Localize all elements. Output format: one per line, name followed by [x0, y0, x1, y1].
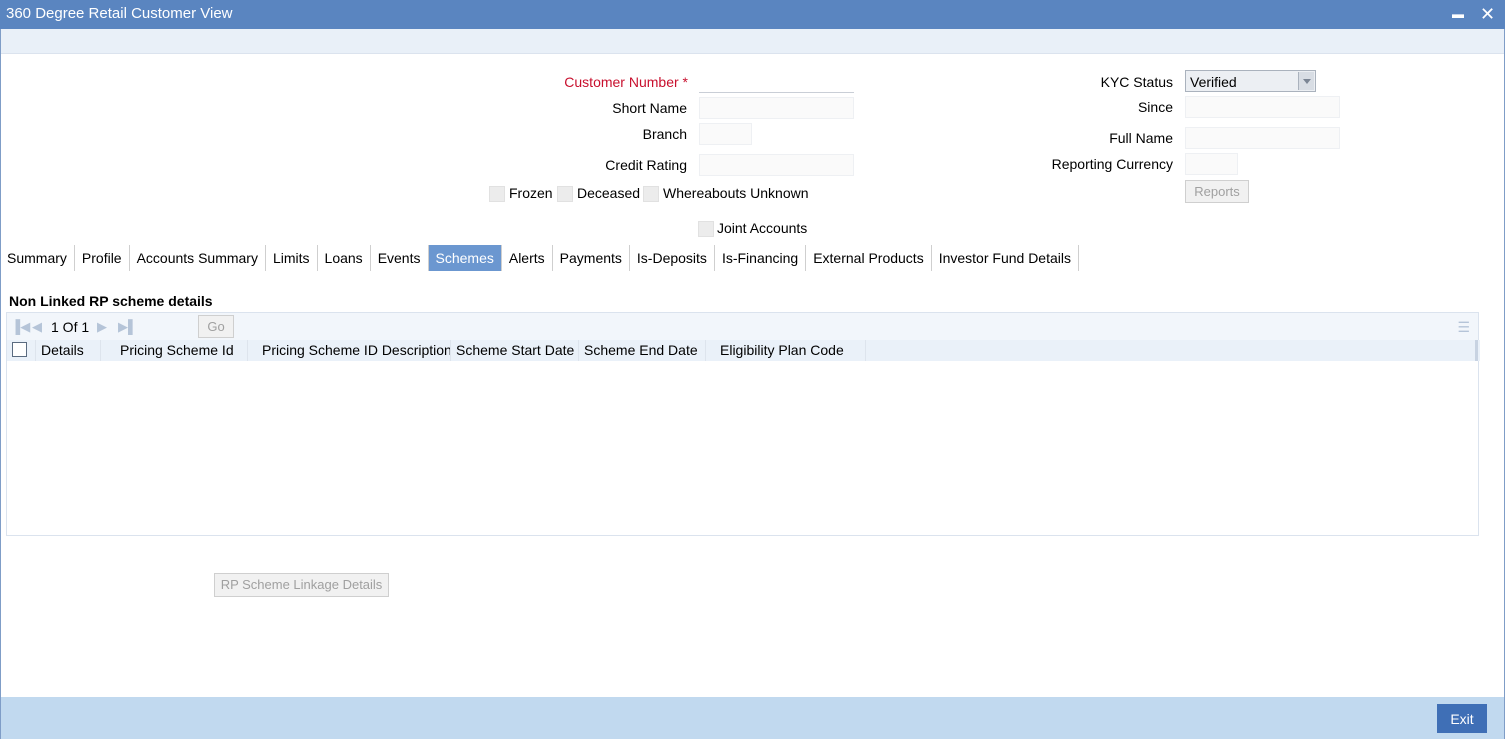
schemes-grid: ▐◀ ◀ 1 Of 1 ▶ ▶▌ Go ☰ Details Pricing Sc…	[6, 312, 1480, 536]
tab-loans[interactable]: Loans	[318, 245, 371, 271]
column-divider	[705, 340, 706, 361]
tab-payments[interactable]: Payments	[553, 245, 630, 271]
column-divider	[247, 340, 248, 361]
whereabouts-unknown-label: Whereabouts Unknown	[663, 185, 809, 201]
go-button[interactable]: Go	[198, 315, 234, 338]
tab-events[interactable]: Events	[371, 245, 429, 271]
window-title: 360 Degree Retail Customer View	[6, 5, 233, 22]
column-pricing-scheme-id[interactable]: Pricing Scheme Id	[120, 342, 234, 358]
full-name-label: Full Name	[1109, 130, 1173, 146]
tab-profile[interactable]: Profile	[75, 245, 130, 271]
column-divider	[865, 340, 866, 361]
branch-field[interactable]	[699, 123, 752, 145]
grid-pager: ▐◀ ◀ 1 Of 1 ▶ ▶▌ Go ☰	[7, 313, 1478, 340]
pager-text: 1 Of 1	[51, 319, 90, 335]
column-divider	[100, 340, 101, 361]
column-pricing-scheme-id-description[interactable]: Pricing Scheme ID Description	[262, 342, 452, 358]
customer-number-label: Customer Number *	[540, 74, 688, 90]
branch-label: Branch	[642, 126, 687, 142]
column-scheme-start-date[interactable]: Scheme Start Date	[456, 342, 574, 358]
grid-header-row: Details Pricing Scheme Id Pricing Scheme…	[7, 340, 1480, 361]
reporting-currency-field[interactable]	[1185, 153, 1238, 175]
exit-button[interactable]: Exit	[1437, 704, 1487, 733]
deceased-checkbox[interactable]	[557, 186, 573, 202]
credit-rating-field[interactable]	[699, 154, 854, 176]
reports-button[interactable]: Reports	[1185, 180, 1249, 203]
tab-alerts[interactable]: Alerts	[502, 245, 553, 271]
since-field[interactable]	[1185, 96, 1340, 118]
section-title: Non Linked RP scheme details	[9, 293, 213, 309]
whereabouts-unknown-checkbox[interactable]	[643, 186, 659, 202]
column-divider	[35, 340, 36, 361]
column-divider	[450, 340, 451, 361]
joint-accounts-checkbox[interactable]	[698, 221, 714, 237]
tab-accounts-summary[interactable]: Accounts Summary	[130, 245, 266, 271]
tab-investor-fund-details[interactable]: Investor Fund Details	[932, 245, 1079, 271]
select-all-checkbox[interactable]	[12, 342, 27, 357]
toolbar-strip	[1, 29, 1504, 54]
kyc-status-label: KYC Status	[1100, 74, 1173, 90]
page-number-input[interactable]	[145, 316, 195, 337]
column-details[interactable]: Details	[41, 342, 84, 358]
chevron-down-icon[interactable]	[1298, 72, 1314, 90]
last-page-icon[interactable]: ▶▌	[118, 319, 137, 335]
tab-is-deposits[interactable]: Is-Deposits	[630, 245, 715, 271]
close-icon[interactable]: ✕	[1480, 3, 1495, 25]
column-eligibility-plan-code[interactable]: Eligibility Plan Code	[720, 342, 844, 358]
kyc-status-select[interactable]: Verified	[1185, 70, 1316, 92]
tab-schemes[interactable]: Schemes	[428, 245, 502, 271]
minimize-icon[interactable]: ▬	[1452, 3, 1464, 25]
first-page-icon[interactable]: ▐◀	[11, 319, 30, 335]
column-divider	[578, 340, 579, 361]
footer-bar	[1, 697, 1504, 739]
column-settings-icon[interactable]: ☰	[1457, 319, 1470, 336]
tab-bar: Summary Profile Accounts Summary Limits …	[0, 245, 1079, 271]
frozen-label: Frozen	[509, 185, 553, 201]
tab-limits[interactable]: Limits	[266, 245, 318, 271]
grid-scrollbar[interactable]	[1475, 340, 1478, 361]
tab-summary[interactable]: Summary	[0, 245, 75, 271]
short-name-label: Short Name	[612, 100, 687, 116]
short-name-field[interactable]	[699, 97, 854, 119]
prev-page-icon[interactable]: ◀	[32, 319, 42, 335]
next-page-icon[interactable]: ▶	[97, 319, 107, 335]
tab-external-products[interactable]: External Products	[806, 245, 932, 271]
window-title-bar: 360 Degree Retail Customer View ▬ ✕	[0, 0, 1505, 29]
since-label: Since	[1137, 99, 1173, 115]
frozen-checkbox[interactable]	[489, 186, 505, 202]
joint-accounts-label: Joint Accounts	[717, 220, 808, 236]
tab-is-financing[interactable]: Is-Financing	[715, 245, 807, 271]
customer-number-label-text: Customer Number	[564, 74, 679, 90]
rp-scheme-linkage-details-button[interactable]: RP Scheme Linkage Details	[214, 573, 389, 597]
required-marker: *	[682, 74, 688, 90]
column-scheme-end-date[interactable]: Scheme End Date	[584, 342, 698, 358]
full-name-field[interactable]	[1185, 127, 1340, 149]
credit-rating-label: Credit Rating	[605, 157, 687, 173]
reporting-currency-label: Reporting Currency	[1051, 156, 1173, 172]
kyc-status-value: Verified	[1190, 74, 1237, 90]
deceased-label: Deceased	[577, 185, 641, 201]
customer-number-input[interactable]	[699, 71, 854, 93]
